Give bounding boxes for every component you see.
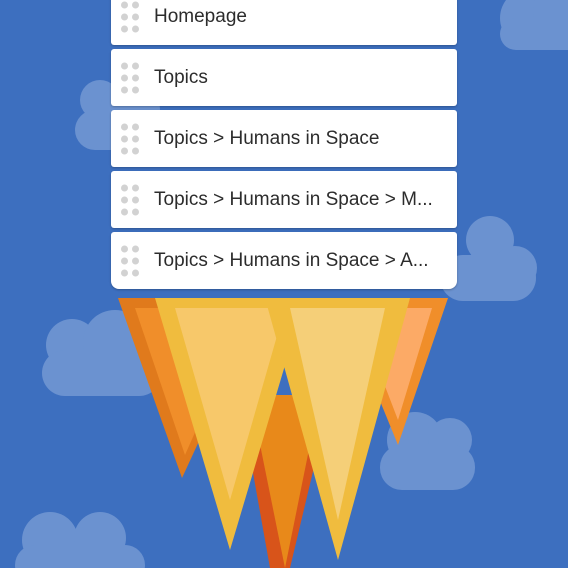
drag-handle-icon[interactable] bbox=[121, 245, 141, 276]
breadcrumb-card-stack: Homepage Topics Topics > Humans in Space bbox=[111, 0, 457, 293]
drag-handle-icon[interactable] bbox=[121, 184, 141, 215]
drag-handle-icon[interactable] bbox=[121, 62, 141, 93]
breadcrumb-card-label: Topics > Humans in Space > A... bbox=[154, 249, 429, 271]
breadcrumb-card-humans-in-space-a[interactable]: Topics > Humans in Space > A... bbox=[111, 232, 457, 289]
breadcrumb-card-label: Topics bbox=[154, 66, 208, 88]
breadcrumb-card-label: Homepage bbox=[154, 5, 247, 27]
breadcrumb-card-label: Topics > Humans in Space > M... bbox=[154, 188, 433, 210]
drag-handle-icon[interactable] bbox=[121, 1, 141, 32]
breadcrumb-card-homepage[interactable]: Homepage bbox=[111, 0, 457, 45]
rocket-flame bbox=[118, 298, 448, 568]
cloud-top-right bbox=[500, 0, 568, 50]
cloud-bottom-left bbox=[15, 512, 145, 568]
breadcrumb-card-topics[interactable]: Topics bbox=[111, 49, 457, 106]
drag-handle-icon[interactable] bbox=[121, 123, 141, 154]
breadcrumb-card-humans-in-space[interactable]: Topics > Humans in Space bbox=[111, 110, 457, 167]
breadcrumb-card-humans-in-space-m[interactable]: Topics > Humans in Space > M... bbox=[111, 171, 457, 228]
breadcrumb-card-label: Topics > Humans in Space bbox=[154, 127, 380, 149]
rocket-illustration: Homepage Topics Topics > Humans in Space bbox=[0, 0, 568, 568]
